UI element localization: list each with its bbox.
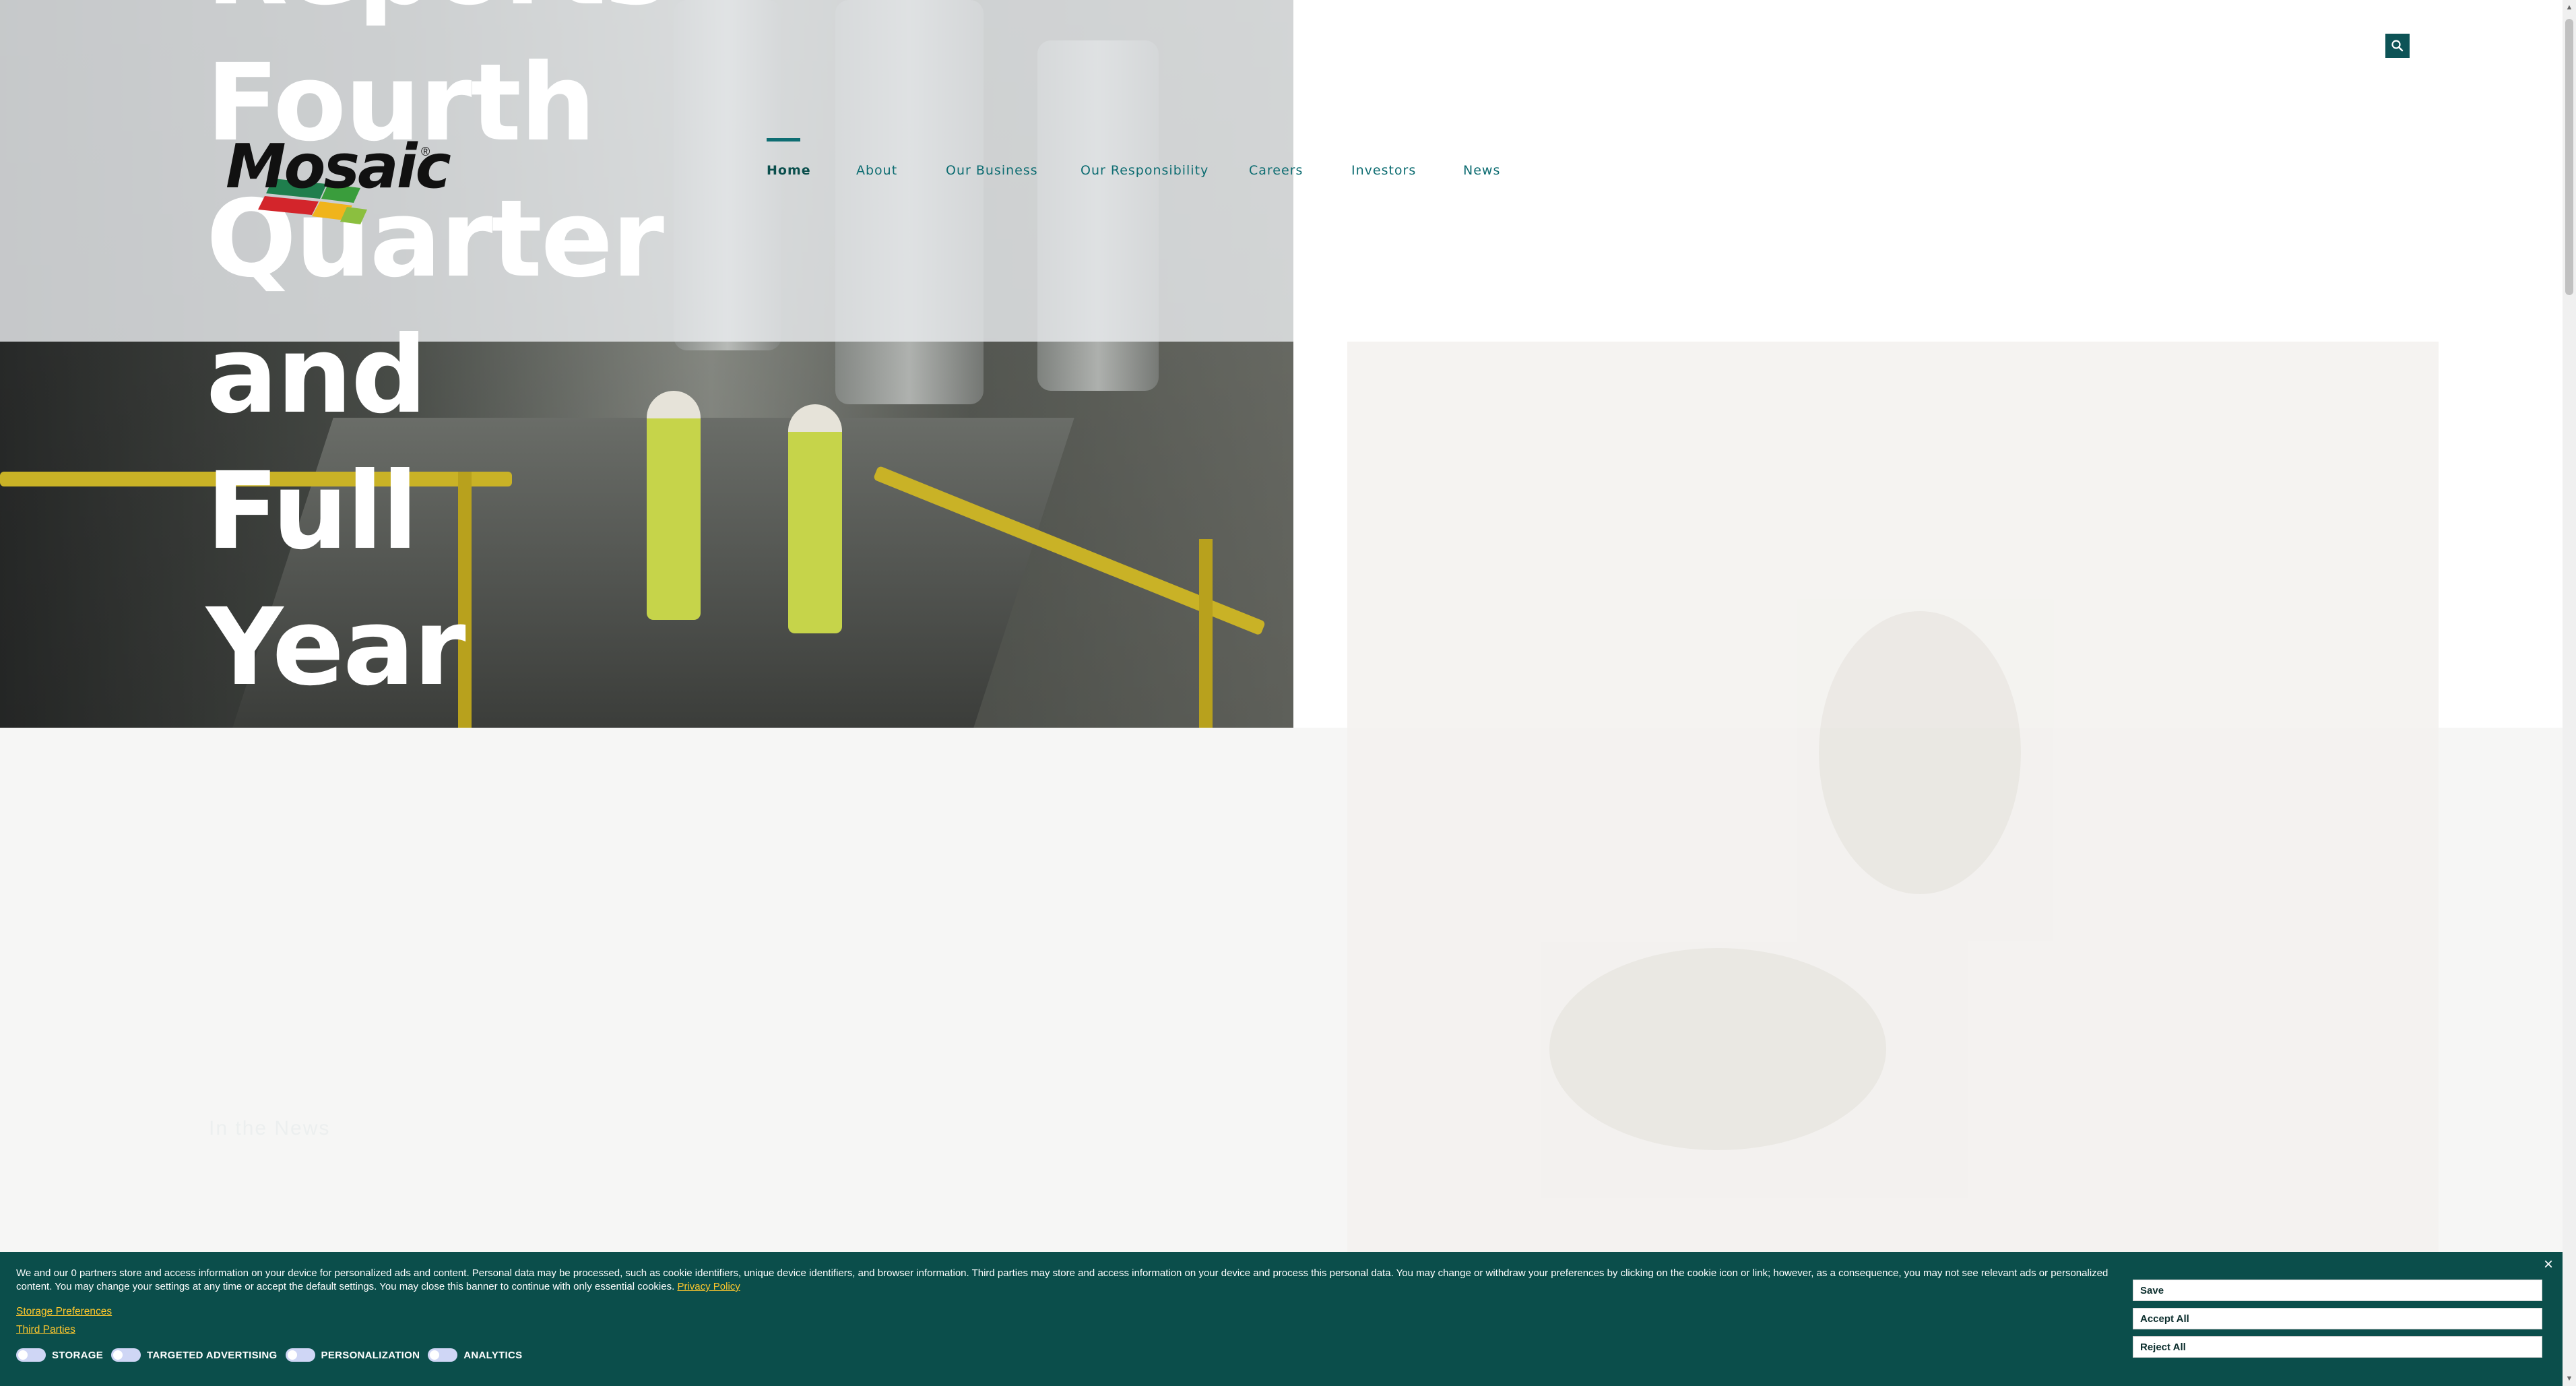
nav-item-investors[interactable]: Investors xyxy=(1351,163,1416,178)
nav-item-our-responsibility[interactable]: Our Responsibility xyxy=(1081,163,1209,178)
cookie-message: We and our 0 partners store and access i… xyxy=(16,1267,2108,1292)
cookie-banner-text: We and our 0 partners store and access i… xyxy=(16,1267,2111,1294)
headline-line: Full xyxy=(206,449,418,573)
toggle-label: TARGETED ADVERTISING xyxy=(147,1349,278,1361)
accept-all-button[interactable]: Accept All xyxy=(2133,1308,2542,1329)
registered-mark: ® xyxy=(421,145,430,158)
toggle-analytics: ANALYTICS xyxy=(428,1348,522,1362)
search-button[interactable] xyxy=(2385,34,2410,58)
mosaic-logo[interactable]: Mosaic ® xyxy=(226,131,451,229)
scroll-down-arrow-icon[interactable]: ▼ xyxy=(2565,1374,2573,1383)
nav-item-careers[interactable]: Careers xyxy=(1249,163,1303,178)
search-icon xyxy=(2391,40,2404,52)
ghost-shape xyxy=(1549,948,1886,1150)
logo-text: Mosaic xyxy=(226,131,451,202)
targeted-advertising-switch[interactable] xyxy=(111,1348,141,1362)
privacy-policy-link[interactable]: Privacy Policy xyxy=(677,1281,740,1292)
headline-line: Reports xyxy=(206,0,678,35)
news-section-label: In the News xyxy=(209,1117,331,1139)
toggle-label: ANALYTICS xyxy=(463,1349,523,1361)
toggle-label: PERSONALIZATION xyxy=(321,1349,420,1361)
close-icon[interactable]: × xyxy=(2540,1256,2557,1273)
nav-active-indicator xyxy=(767,138,800,141)
personalization-switch[interactable] xyxy=(285,1348,315,1362)
railing-post xyxy=(1199,539,1213,728)
storage-preferences-link[interactable]: Storage Preferences xyxy=(16,1306,112,1318)
toggle-storage: STORAGE xyxy=(16,1348,103,1362)
consent-toggles: STORAGE TARGETED ADVERTISING PERSONALIZA… xyxy=(16,1348,530,1362)
save-button[interactable]: Save xyxy=(2133,1280,2542,1301)
headline-line: and xyxy=(206,313,427,437)
scroll-up-arrow-icon[interactable]: ▲ xyxy=(2565,3,2573,12)
nav-item-our-business[interactable]: Our Business xyxy=(946,163,1038,178)
faded-image-panel xyxy=(1347,342,2439,1386)
toggle-personalization: PERSONALIZATION xyxy=(285,1348,420,1362)
nav-item-news[interactable]: News xyxy=(1463,163,1500,178)
analytics-switch[interactable] xyxy=(428,1348,458,1362)
toggle-targeted-advertising: TARGETED ADVERTISING xyxy=(111,1348,278,1362)
third-parties-link[interactable]: Third Parties xyxy=(16,1324,75,1336)
scrollbar-thumb[interactable] xyxy=(2565,19,2573,295)
hero-headline[interactable]: Reports Fourth Quarter and Full Year xyxy=(206,0,678,716)
reject-all-button[interactable]: Reject All xyxy=(2133,1336,2542,1358)
nav-item-about[interactable]: About xyxy=(856,163,897,178)
nav-item-home[interactable]: Home xyxy=(767,163,811,178)
headline-line: Year xyxy=(206,586,466,710)
page-scrollbar[interactable]: ▲ ▼ xyxy=(2563,0,2576,1386)
worker-figure xyxy=(788,404,842,633)
storage-switch[interactable] xyxy=(16,1348,46,1362)
toggle-label: STORAGE xyxy=(52,1349,104,1361)
ghost-shape xyxy=(1819,611,2021,894)
cookie-banner: We and our 0 partners store and access i… xyxy=(0,1252,2563,1386)
